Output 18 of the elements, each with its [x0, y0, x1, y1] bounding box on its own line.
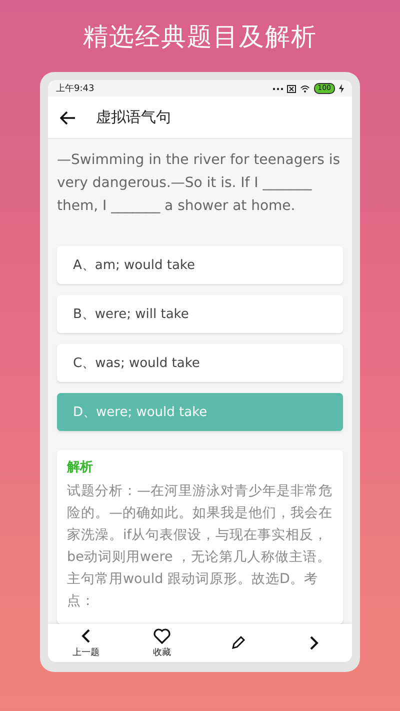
answer-option[interactable]: C、was; would take: [57, 344, 343, 382]
nav-button[interactable]: 收藏: [124, 624, 200, 662]
headline: 精选经典题目及解析: [82, 21, 318, 53]
answer-option[interactable]: B、were; will take: [57, 295, 343, 334]
heart-icon: [153, 628, 171, 644]
answer-option[interactable]: A、am; would take: [57, 246, 343, 284]
sim-icon: [286, 84, 296, 93]
analysis-text: 试题分析：—在河里游泳对青少年是非常危险的。—的确如此。如果我是他们，我会在家洗澡。if从句表假设，与现在事实相反，be动词则用were ，无论第几人称做主语。主句常用would 跟动词原形。故选D。考点：: [67, 482, 333, 612]
analysis-heading: 解析: [67, 459, 94, 476]
question-text: —Swimming in the river for teenagers is very dangerous.—So it is. If I _______ them, I _______ a shower at home.: [57, 151, 342, 216]
nav-button[interactable]: 上一题: [48, 624, 124, 662]
bolt-icon: [339, 84, 344, 94]
wifi-icon: [300, 84, 310, 93]
dots-icon: [272, 86, 283, 91]
page-title: 虚拟语气句: [96, 108, 171, 128]
back-arrow-icon[interactable]: [60, 110, 76, 125]
status-time: 上午9:43: [56, 82, 96, 96]
pencil-icon: [230, 635, 246, 652]
